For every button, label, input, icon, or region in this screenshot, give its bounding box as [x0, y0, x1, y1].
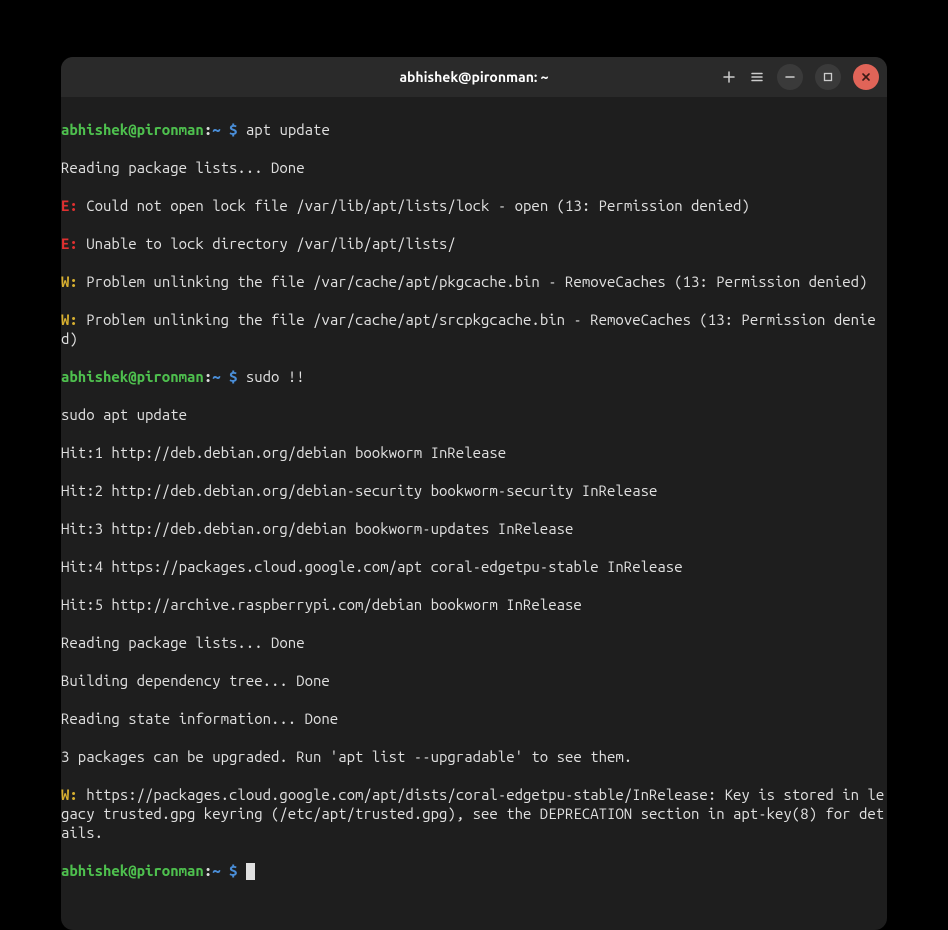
terminal-window: abhishek@pironman: ~ abhishek@pironman:~… [61, 57, 887, 930]
new-tab-icon[interactable] [721, 69, 737, 85]
output-line: Hit:5 http://archive.raspberrypi.com/deb… [61, 595, 887, 614]
prompt-host: pironman [137, 121, 204, 138]
cursor [246, 863, 255, 880]
prompt-host: pironman [137, 862, 204, 879]
output-line: Hit:2 http://deb.debian.org/debian-secur… [61, 481, 887, 500]
hamburger-menu-icon[interactable] [749, 69, 765, 85]
prompt-symbol: $ [229, 121, 237, 138]
prompt-path: ~ [212, 862, 220, 879]
error-text: Could not open lock file /var/lib/apt/li… [78, 197, 750, 214]
prompt-host: pironman [137, 368, 204, 385]
prompt-path: ~ [212, 121, 220, 138]
terminal-content[interactable]: abhishek@pironman:~ $ apt update Reading… [61, 97, 887, 930]
output-line: 3 packages can be upgraded. Run 'apt lis… [61, 747, 887, 766]
warning-text: Problem unlinking the file /var/cache/ap… [78, 273, 868, 290]
prompt-path: ~ [212, 368, 220, 385]
warning-prefix: W: [61, 786, 78, 803]
output-line: Reading package lists... Done [61, 158, 887, 177]
output-line: Reading package lists... Done [61, 633, 887, 652]
output-line: Building dependency tree... Done [61, 671, 887, 690]
warning-text: https://packages.cloud.google.com/apt/di… [61, 786, 884, 841]
output-line: sudo apt update [61, 405, 887, 424]
command-input: sudo !! [246, 368, 305, 385]
prompt-symbol: $ [229, 368, 237, 385]
minimize-button[interactable] [777, 64, 803, 90]
close-button[interactable] [853, 64, 879, 90]
prompt-user: abhishek [61, 121, 128, 138]
prompt-user: abhishek [61, 368, 128, 385]
output-line: Hit:4 https://packages.cloud.google.com/… [61, 557, 887, 576]
output-line: Reading state information... Done [61, 709, 887, 728]
error-prefix: E: [61, 235, 78, 252]
prompt-symbol: $ [229, 862, 237, 879]
prompt-user: abhishek [61, 862, 128, 879]
maximize-button[interactable] [815, 64, 841, 90]
titlebar: abhishek@pironman: ~ [61, 57, 887, 97]
titlebar-controls [721, 64, 879, 90]
warning-prefix: W: [61, 273, 78, 290]
command-input: apt update [246, 121, 330, 138]
output-line: Hit:3 http://deb.debian.org/debian bookw… [61, 519, 887, 538]
error-text: Unable to lock directory /var/lib/apt/li… [78, 235, 456, 252]
output-line: Hit:1 http://deb.debian.org/debian bookw… [61, 443, 887, 462]
warning-prefix: W: [61, 311, 78, 328]
error-prefix: E: [61, 197, 78, 214]
warning-text: Problem unlinking the file /var/cache/ap… [61, 311, 876, 347]
